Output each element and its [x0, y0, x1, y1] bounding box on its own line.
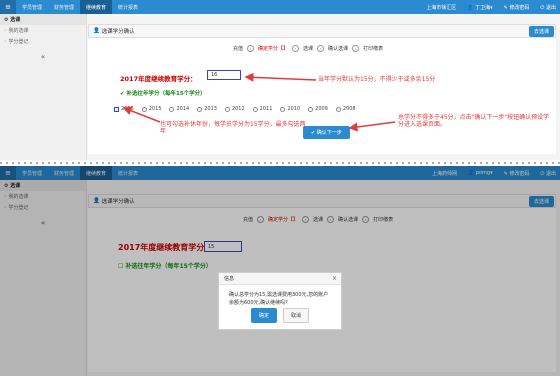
annotation-makeup-years: 也可勾选补休年份，每学员学分为15学分，最多勾选两年 [160, 121, 306, 135]
dialog-buttons: 确定 取消 [219, 308, 341, 323]
ok-button[interactable]: 确定 [250, 308, 277, 323]
step-indicator: 充值 › 确定学分【】 › 选课 › 确认选课 › 打印缴表 [233, 45, 383, 52]
year-option-2013[interactable]: 2013 [197, 106, 217, 112]
select-course-button[interactable]: 去选课 [528, 26, 554, 37]
year-option-label: 2012 [231, 106, 245, 112]
year-option-label: 2013 [204, 106, 217, 112]
main-nav: 学员管理 财务管理 继续教育 统计报表 [16, 0, 144, 14]
change-password-link[interactable]: ✎ 修改密码 [504, 4, 530, 11]
user-icon: 👤 [93, 28, 100, 34]
nav-statistics[interactable]: 统计报表 [112, 0, 144, 14]
credit-input[interactable]: 16 [207, 70, 241, 80]
year-credit-label: 2017年度继续教育学分： [120, 75, 197, 83]
checkbox[interactable] [280, 106, 286, 112]
confirm-next-button[interactable]: ✔ 确认下一步 [303, 126, 350, 139]
annotation-total-credit: 总学分不得多于45分，点击"确认下一步"按钮确认预设学分进入选课页面。 [398, 114, 550, 128]
arrow-icon: › [352, 45, 360, 52]
checkbox[interactable] [114, 106, 119, 112]
year-option-2011[interactable]: 2011 [252, 106, 273, 112]
main-panel: 👤 选课学分确认 去选课 充值 › 确定学分【】 › 选课 › 确认选课 › 打… [88, 24, 556, 154]
step-recharge: 充值 [233, 46, 244, 52]
sidebar-collapse-button[interactable]: « [0, 53, 86, 61]
dot-icon: ◦ [4, 38, 7, 45]
menu-icon[interactable]: ≡ [0, 0, 16, 14]
step-confirm-course: 确认选课 [328, 46, 349, 52]
year-option-label: 2011 [259, 106, 273, 112]
user-menu[interactable]: 👤 丁卫海▾ [467, 4, 492, 11]
org-name: 上海市徐汇区 [426, 4, 457, 11]
year-option-label: 2016 [121, 106, 134, 112]
makeup-credit-text: 补选往年学分（每年15个学分） [126, 91, 206, 97]
logout-label: 退出 [545, 4, 556, 11]
year-option-2008[interactable]: 2008 [335, 106, 356, 112]
year-option-2014[interactable]: 2014 [169, 106, 189, 112]
checkbox[interactable] [224, 106, 230, 112]
annotation-current-credit: 当年学分默认为15分，不得少于或多余15分 [318, 76, 436, 83]
top-right-menu: 上海市徐汇区 👤 丁卫海▾ ✎ 修改密码 ⏻ 退出 [426, 0, 556, 14]
step-select-course: 选课 [303, 46, 314, 52]
checkbox[interactable] [335, 106, 341, 112]
arrow-icon: › [247, 45, 255, 52]
year-options: 2016 2015 2014 2013 2012 2011 2010 2009 … [114, 106, 356, 112]
nav-student-mgmt[interactable]: 学员管理 [16, 0, 48, 14]
sidebar-item-my-courses[interactable]: ◦ 我的选课 [0, 25, 86, 36]
year-option-label: 2008 [342, 106, 356, 112]
makeup-credit-label: ✔ 补选往年学分（每年15个学分） [120, 91, 206, 97]
arrow-icon: › [292, 45, 300, 52]
panel-header: 👤 选课学分确认 [88, 24, 556, 38]
checkbox[interactable] [308, 106, 314, 112]
modal-overlay [0, 166, 560, 376]
year-option-2009[interactable]: 2009 [308, 106, 328, 112]
sidebar-item-label: 我的选课 [8, 28, 29, 34]
year-option-label: 2010 [287, 106, 301, 112]
user-icon: 👤 [467, 4, 474, 11]
checkbox[interactable] [141, 106, 147, 112]
change-password-label: 修改密码 [509, 4, 530, 11]
user-name: 丁卫海 [475, 4, 491, 11]
gear-icon: ⚙ [4, 16, 9, 23]
year-option-2016[interactable]: 2016 [114, 106, 134, 112]
confirm-dialog: 信息 × 确认总学分为15,需选课费用300元,您的账户余额为600元,确认继续… [218, 272, 342, 330]
sidebar-item-label: 学分登记 [8, 39, 29, 45]
checkbox[interactable] [252, 106, 258, 112]
screenshot-bottom: ≡ 学员管理 财务管理 继续教育 统计报表 上海药师网 👤 pomg▾ ✎ 修改… [0, 166, 560, 376]
page-title: 选课学分确认 [101, 29, 135, 35]
cancel-button[interactable]: 取消 [283, 308, 310, 323]
sidebar-section-label: 选课 [10, 17, 21, 23]
dot-icon: ◦ [4, 27, 7, 34]
year-option-label: 2015 [148, 106, 162, 112]
step-print: 打印缴表 [363, 46, 384, 52]
step-confirm-credit: 确定学分【】 [258, 46, 289, 52]
year-option-label: 2009 [315, 106, 328, 112]
sidebar-section-course[interactable]: ⚙ 选课 [0, 14, 86, 25]
nav-continuing-edu[interactable]: 继续教育 [80, 0, 113, 14]
nav-finance-mgmt[interactable]: 财务管理 [48, 0, 80, 14]
screenshot-top: ≡ 学员管理 财务管理 继续教育 统计报表 上海市徐汇区 👤 丁卫海▾ ✎ 修改… [0, 0, 560, 160]
logout-icon: ⏻ [540, 4, 545, 11]
sidebar: ⚙ 选课 ◦ 我的选课 ◦ 学分登记 « [0, 14, 87, 160]
year-option-label: 2014 [176, 106, 190, 112]
year-option-2012[interactable]: 2012 [224, 106, 245, 112]
sidebar-item-credit-register[interactable]: ◦ 学分登记 [0, 36, 86, 47]
year-option-2015[interactable]: 2015 [141, 106, 162, 112]
top-navbar: ≡ 学员管理 财务管理 继续教育 统计报表 上海市徐汇区 👤 丁卫海▾ ✎ 修改… [0, 0, 560, 14]
logout-link[interactable]: ⏻ 退出 [540, 4, 556, 11]
dialog-title: 信息 [219, 273, 341, 285]
edit-icon: ✎ [503, 4, 508, 11]
checkbox[interactable] [197, 106, 203, 112]
close-icon[interactable]: × [332, 275, 337, 282]
year-option-2010[interactable]: 2010 [280, 106, 300, 112]
confirm-next-label: 确认下一步 [316, 130, 342, 136]
arrow-icon: › [317, 45, 325, 52]
checkbox[interactable] [169, 106, 175, 112]
